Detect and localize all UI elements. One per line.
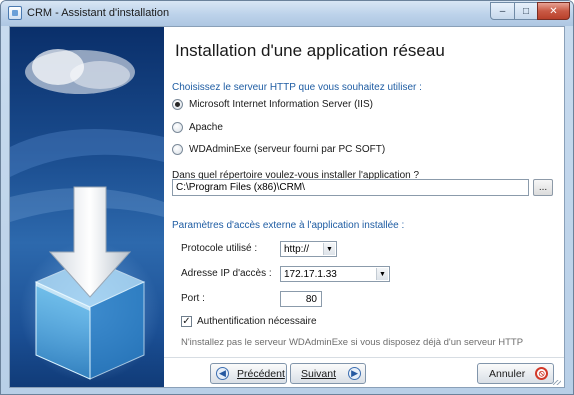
title-bar[interactable]: CRM - Assistant d'installation – □ ✕ — [1, 1, 573, 26]
previous-button[interactable]: ◀ Précédent — [210, 363, 287, 384]
radio-button[interactable] — [172, 122, 183, 133]
protocol-value: http:// — [284, 243, 310, 255]
side-illustration-panel — [10, 27, 164, 387]
server-section-label: Choisissez le serveur HTTP que vous souh… — [172, 82, 422, 93]
radio-option-wdadminexe[interactable]: WDAdminExe (serveur fourni par PC SOFT) — [172, 144, 385, 155]
protocol-label: Protocole utilisé : — [181, 243, 258, 254]
auth-checkbox[interactable]: ✓ — [181, 316, 192, 327]
next-button-label: Suivant — [301, 367, 337, 380]
previous-button-label: Précédent — [237, 367, 285, 380]
maximize-button[interactable]: □ — [514, 2, 538, 20]
close-button[interactable]: ✕ — [537, 2, 570, 20]
wdadminexe-note: N'installez pas le serveur WDAdminExe si… — [181, 337, 524, 348]
install-directory-input[interactable] — [172, 179, 529, 196]
ip-value: 172.17.1.33 — [284, 268, 337, 280]
minimize-button[interactable]: – — [490, 2, 515, 20]
radio-label-wdadminexe: WDAdminExe (serveur fourni par PC SOFT) — [189, 144, 386, 155]
installer-window: CRM - Assistant d'installation – □ ✕ Ins… — [0, 0, 574, 395]
next-button[interactable]: Suivant ▶ — [290, 363, 366, 384]
footer-divider — [164, 357, 564, 358]
radio-option-iis[interactable]: Microsoft Internet Information Server (I… — [172, 99, 373, 110]
port-input[interactable] — [280, 291, 322, 307]
install-box-arrow-icon — [10, 49, 164, 382]
window-title: CRM - Assistant d'installation — [27, 7, 170, 19]
resize-grip[interactable] — [553, 380, 561, 385]
chevron-down-icon[interactable]: ▼ — [376, 268, 388, 280]
cancel-button[interactable]: Annuler ⦸ — [477, 363, 554, 384]
auth-checkbox-row[interactable]: ✓ Authentification nécessaire — [181, 316, 317, 327]
browse-button[interactable]: ... — [533, 179, 553, 196]
radio-button[interactable] — [172, 144, 183, 155]
radio-label-apache: Apache — [189, 122, 223, 133]
cancel-button-label: Annuler — [489, 367, 526, 380]
no-entry-icon: ⦸ — [535, 367, 549, 380]
ip-address-select[interactable]: 172.17.1.33 ▼ — [280, 266, 390, 282]
radio-option-apache[interactable]: Apache — [172, 122, 223, 133]
ip-label: Adresse IP d'accès : — [181, 268, 272, 279]
page-title: Installation d'une application réseau — [175, 41, 445, 60]
protocol-select[interactable]: http:// ▼ — [280, 241, 337, 257]
arrow-right-icon: ▶ — [348, 367, 362, 380]
arrow-left-icon: ◀ — [216, 367, 229, 380]
radio-button-checked[interactable] — [172, 99, 183, 110]
wizard-content: Installation d'une application réseau Ch… — [9, 26, 565, 388]
port-label: Port : — [181, 293, 205, 304]
app-window-icon — [8, 6, 22, 20]
auth-label: Authentification nécessaire — [197, 316, 317, 327]
radio-label-iis: Microsoft Internet Information Server (I… — [189, 99, 373, 110]
chevron-down-icon[interactable]: ▼ — [323, 243, 335, 255]
access-section-label: Paramètres d'accès externe à l'applicati… — [172, 220, 405, 231]
